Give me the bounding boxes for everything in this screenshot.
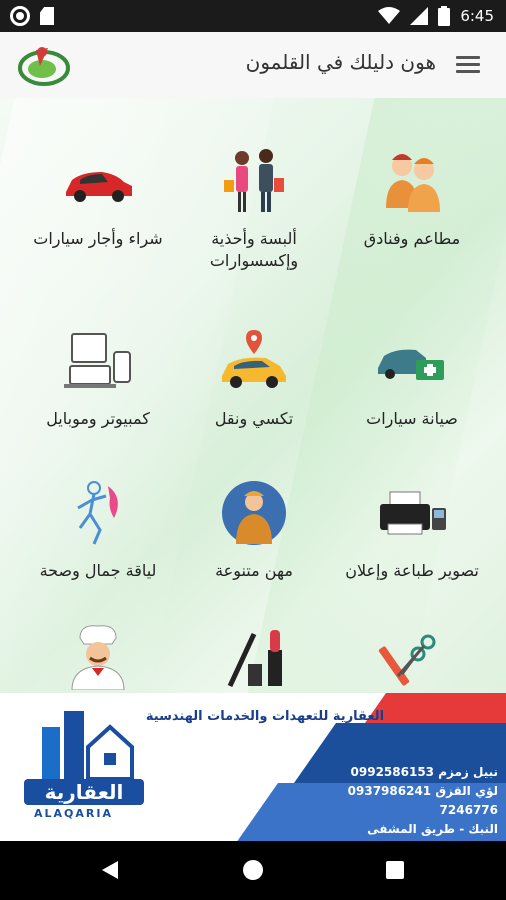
shopping-couple-icon [224,149,284,212]
red-car-icon [66,172,132,202]
car-repair-icon [378,349,444,380]
category-restaurants-hotels[interactable]: مطاعم وفنادق [328,146,496,250]
category-clothing-accessories[interactable]: ألبسة وأحذية وإكسسوارات [170,146,338,272]
category-car-maintenance[interactable]: صيانة سيارات [328,326,496,430]
category-label: ألبسة وأحذية وإكسسوارات [209,229,299,270]
category-barber[interactable] [328,620,496,693]
ad-banner[interactable]: العقارية للتعهدات والخدمات الهندسية نبيل… [0,693,506,841]
cosmetics-icon [227,630,282,688]
category-label: مهن متنوعة [215,561,293,580]
recent-apps-icon[interactable] [386,861,404,879]
category-cosmetics[interactable] [170,620,338,693]
back-icon[interactable] [102,861,118,879]
fitness-icon [77,481,118,545]
printer-icon [380,491,446,535]
system-nav-bar [0,841,506,900]
category-label: كمبيوتر وموبايل [46,409,150,428]
clock: 6:45 [460,7,494,25]
wifi-icon [378,7,401,24]
category-various-professions[interactable]: مهن متنوعة [170,478,338,582]
waiters-icon [386,154,440,212]
taxi-icon [222,330,286,388]
category-fitness-beauty-health[interactable]: لياقة جمال وصحة [14,478,182,582]
ad-brand: العقارية [24,779,144,805]
app-logo-icon [18,47,70,86]
category-label: تكسي ونقل [214,409,294,428]
chef-icon [71,625,125,691]
scissors-comb-icon [378,634,436,686]
category-car-sales-rental[interactable]: شراء وأجار سيارات [14,146,182,250]
category-label: مطاعم وفنادق [363,229,461,248]
notification-icon [10,6,30,26]
app-title: هون دليلك في القلمون [245,50,436,74]
category-taxi-transport[interactable]: تكسي ونقل [170,326,338,430]
category-chef[interactable] [14,620,182,693]
signal-icon [410,7,429,25]
building-logo-icon [42,711,134,779]
app-bar: هون دليلك في القلمون [0,32,506,98]
hamburger-icon [456,56,480,59]
menu-button[interactable] [456,52,488,78]
battery-icon [438,6,451,26]
ad-headline: العقارية للتعهدات والخدمات الهندسية [145,709,385,724]
ad-contacts: نبيل زمزم 0992586153 لؤي القزق 093798624… [347,765,498,836]
sd-card-icon [40,7,54,25]
category-printing-advertising[interactable]: تصوير طباعة وإعلان [328,478,496,582]
category-label: لياقة جمال وصحة [39,561,157,580]
computer-devices-icon [64,333,131,388]
home-icon[interactable] [243,860,263,880]
category-label: صيانة سيارات [366,409,458,428]
ad-brand-latin: ALAQARIA [34,807,113,820]
category-label: تصوير طباعة وإعلان [345,561,479,580]
category-label: شراء وأجار سيارات [33,229,163,248]
category-computer-mobile[interactable]: كمبيوتر وموبايل [14,326,182,430]
worker-icon [222,481,286,545]
status-bar: 6:45 [0,0,506,32]
categories-grid: مطاعم وفنادق ألبسة وأحذية وإكسسوارات شرا… [0,98,506,693]
